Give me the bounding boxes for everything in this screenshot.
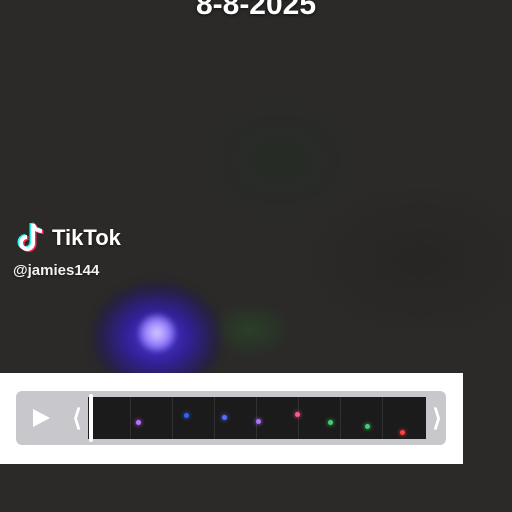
play-button[interactable] bbox=[16, 391, 66, 445]
thumbnail-light bbox=[184, 413, 189, 418]
thumbnail-divider bbox=[214, 397, 215, 439]
thumbnail-divider bbox=[172, 397, 173, 439]
trim-handle-right[interactable]: ⟩ bbox=[426, 391, 448, 445]
orb-core bbox=[137, 313, 177, 353]
thumbnail-divider bbox=[340, 397, 341, 439]
thumbnail-strip[interactable] bbox=[88, 397, 426, 439]
tiktok-watermark: TikTok bbox=[16, 221, 121, 255]
thumbnail-light bbox=[295, 412, 300, 417]
tiktok-note-icon bbox=[17, 222, 44, 252]
thumbnail-light bbox=[136, 420, 141, 425]
thumbnail-light bbox=[365, 424, 370, 429]
thumbnail-divider bbox=[130, 397, 131, 439]
thumbnail-light bbox=[222, 415, 227, 420]
thumbnail-divider bbox=[256, 397, 257, 439]
thumbnail-light bbox=[256, 419, 261, 424]
thumbnail-divider bbox=[298, 397, 299, 439]
thumbnail-divider bbox=[382, 397, 383, 439]
creator-username: @jamies144 bbox=[13, 262, 100, 279]
trim-handle-left[interactable]: ⟨ bbox=[66, 391, 88, 445]
date-overlay: 8-8-2025 bbox=[195, 0, 317, 21]
thumbnail-light bbox=[328, 420, 333, 425]
playhead[interactable] bbox=[89, 394, 93, 442]
play-icon bbox=[33, 409, 50, 427]
thumbnail-light bbox=[400, 430, 405, 435]
tiktok-wordmark: TikTok bbox=[52, 225, 121, 250]
